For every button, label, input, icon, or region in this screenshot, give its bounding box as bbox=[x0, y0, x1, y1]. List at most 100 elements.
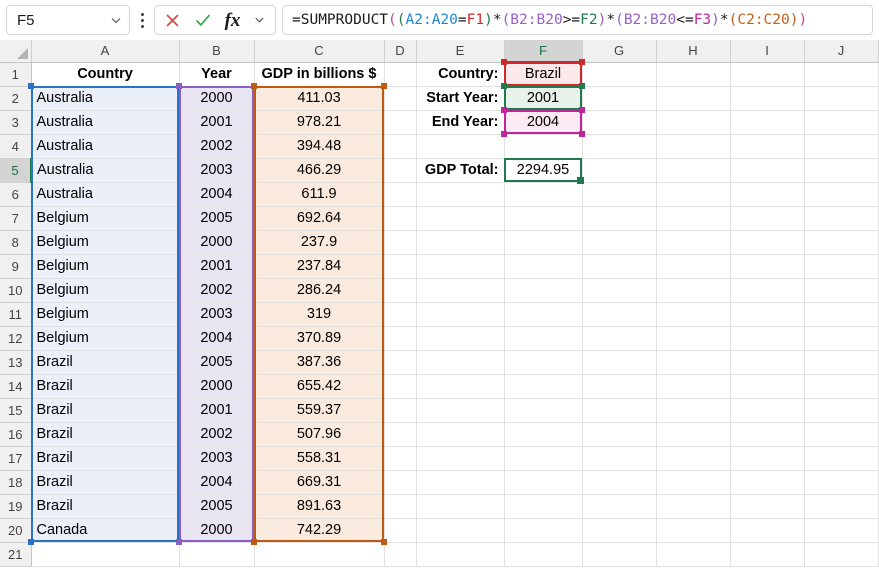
cell-J20[interactable] bbox=[804, 518, 879, 543]
cell-G17[interactable] bbox=[582, 446, 657, 471]
row-header-13[interactable]: 13 bbox=[0, 350, 32, 375]
cell-J2[interactable] bbox=[804, 86, 879, 111]
cell-G19[interactable] bbox=[582, 494, 657, 519]
cell-H12[interactable] bbox=[656, 326, 731, 351]
cell-C17[interactable]: 558.31 bbox=[254, 446, 385, 471]
cell-D15[interactable] bbox=[384, 398, 417, 423]
cell-F19[interactable] bbox=[504, 494, 583, 519]
cell-J18[interactable] bbox=[804, 470, 879, 495]
cell-E10[interactable] bbox=[416, 278, 505, 303]
cell-G13[interactable] bbox=[582, 350, 657, 375]
cell-J1[interactable] bbox=[804, 62, 879, 87]
cell-E15[interactable] bbox=[416, 398, 505, 423]
cell-E1[interactable]: Country: bbox=[416, 62, 505, 87]
cell-F21[interactable] bbox=[504, 542, 583, 567]
cell-I21[interactable] bbox=[730, 542, 805, 567]
cell-I19[interactable] bbox=[730, 494, 805, 519]
cell-J15[interactable] bbox=[804, 398, 879, 423]
row-header-17[interactable]: 17 bbox=[0, 446, 32, 471]
cell-D13[interactable] bbox=[384, 350, 417, 375]
cell-D8[interactable] bbox=[384, 230, 417, 255]
cell-I11[interactable] bbox=[730, 302, 805, 327]
row-header-21[interactable]: 21 bbox=[0, 542, 32, 567]
row-header-20[interactable]: 20 bbox=[0, 518, 32, 543]
cell-H19[interactable] bbox=[656, 494, 731, 519]
cell-D12[interactable] bbox=[384, 326, 417, 351]
cell-C11[interactable]: 319 bbox=[254, 302, 385, 327]
cell-C13[interactable]: 387.36 bbox=[254, 350, 385, 375]
row-header-2[interactable]: 2 bbox=[0, 86, 32, 111]
cell-E20[interactable] bbox=[416, 518, 505, 543]
cell-G8[interactable] bbox=[582, 230, 657, 255]
row-header-4[interactable]: 4 bbox=[0, 134, 32, 159]
column-header-e[interactable]: E bbox=[416, 40, 505, 63]
cell-G12[interactable] bbox=[582, 326, 657, 351]
cell-F11[interactable] bbox=[504, 302, 583, 327]
column-header-g[interactable]: G bbox=[582, 40, 657, 63]
cell-I10[interactable] bbox=[730, 278, 805, 303]
cell-J16[interactable] bbox=[804, 422, 879, 447]
cell-A12[interactable]: Belgium bbox=[31, 326, 180, 351]
cell-B16[interactable]: 2002 bbox=[179, 422, 255, 447]
cell-D7[interactable] bbox=[384, 206, 417, 231]
cell-A10[interactable]: Belgium bbox=[31, 278, 180, 303]
cell-A9[interactable]: Belgium bbox=[31, 254, 180, 279]
cell-I12[interactable] bbox=[730, 326, 805, 351]
cell-J4[interactable] bbox=[804, 134, 879, 159]
cell-B2[interactable]: 2000 bbox=[179, 86, 255, 111]
cell-D5[interactable] bbox=[384, 158, 417, 183]
cell-J21[interactable] bbox=[804, 542, 879, 567]
cell-G5[interactable] bbox=[582, 158, 657, 183]
cell-C19[interactable]: 891.63 bbox=[254, 494, 385, 519]
row-header-7[interactable]: 7 bbox=[0, 206, 32, 231]
cell-F7[interactable] bbox=[504, 206, 583, 231]
cell-F5[interactable]: 2294.95 bbox=[504, 158, 583, 183]
cell-F2[interactable]: 2001 bbox=[504, 86, 583, 111]
cell-G15[interactable] bbox=[582, 398, 657, 423]
cell-F10[interactable] bbox=[504, 278, 583, 303]
cell-H4[interactable] bbox=[656, 134, 731, 159]
cell-H9[interactable] bbox=[656, 254, 731, 279]
cell-E9[interactable] bbox=[416, 254, 505, 279]
confirm-check-icon[interactable] bbox=[193, 9, 212, 31]
cell-A21[interactable] bbox=[31, 542, 180, 567]
cell-B4[interactable]: 2002 bbox=[179, 134, 255, 159]
row-header-9[interactable]: 9 bbox=[0, 254, 32, 279]
cell-J10[interactable] bbox=[804, 278, 879, 303]
cell-C10[interactable]: 286.24 bbox=[254, 278, 385, 303]
row-header-12[interactable]: 12 bbox=[0, 326, 32, 351]
cell-C1[interactable]: GDP in billions $ bbox=[254, 62, 385, 87]
cell-G3[interactable] bbox=[582, 110, 657, 135]
cell-H6[interactable] bbox=[656, 182, 731, 207]
cell-J9[interactable] bbox=[804, 254, 879, 279]
cell-G11[interactable] bbox=[582, 302, 657, 327]
cell-B9[interactable]: 2001 bbox=[179, 254, 255, 279]
cell-J12[interactable] bbox=[804, 326, 879, 351]
cell-F17[interactable] bbox=[504, 446, 583, 471]
cell-B13[interactable]: 2005 bbox=[179, 350, 255, 375]
cell-A1[interactable]: Country bbox=[31, 62, 180, 87]
cell-H21[interactable] bbox=[656, 542, 731, 567]
cell-H17[interactable] bbox=[656, 446, 731, 471]
cell-F20[interactable] bbox=[504, 518, 583, 543]
row-header-19[interactable]: 19 bbox=[0, 494, 32, 519]
cell-F3[interactable]: 2004 bbox=[504, 110, 583, 135]
column-header-h[interactable]: H bbox=[656, 40, 731, 63]
cell-A18[interactable]: Brazil bbox=[31, 470, 180, 495]
cell-H16[interactable] bbox=[656, 422, 731, 447]
cell-I9[interactable] bbox=[730, 254, 805, 279]
column-header-i[interactable]: I bbox=[730, 40, 805, 63]
cell-C3[interactable]: 978.21 bbox=[254, 110, 385, 135]
cell-J13[interactable] bbox=[804, 350, 879, 375]
cell-I7[interactable] bbox=[730, 206, 805, 231]
column-header-c[interactable]: C bbox=[254, 40, 385, 63]
cell-C18[interactable]: 669.31 bbox=[254, 470, 385, 495]
cell-I20[interactable] bbox=[730, 518, 805, 543]
cell-B14[interactable]: 2000 bbox=[179, 374, 255, 399]
cell-A7[interactable]: Belgium bbox=[31, 206, 180, 231]
cell-J17[interactable] bbox=[804, 446, 879, 471]
cell-E5[interactable]: GDP Total: bbox=[416, 158, 505, 183]
cell-D18[interactable] bbox=[384, 470, 417, 495]
row-header-14[interactable]: 14 bbox=[0, 374, 32, 399]
cell-B21[interactable] bbox=[179, 542, 255, 567]
